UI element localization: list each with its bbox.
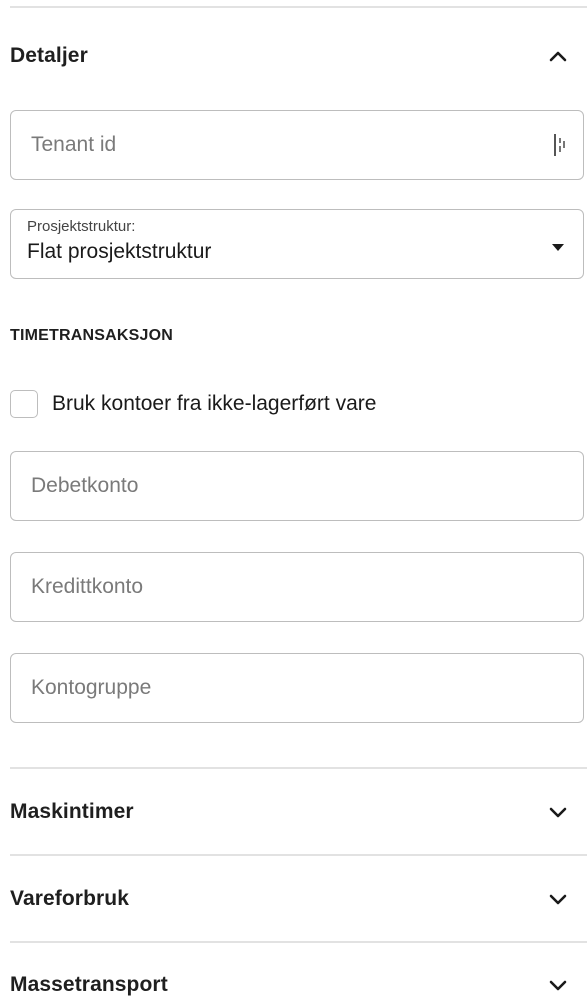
top-divider	[10, 6, 587, 8]
kredittkonto-field	[10, 552, 584, 622]
section-header-vareforbruk[interactable]: Vareforbruk	[10, 879, 569, 919]
bruk-kontoer-checkbox-row[interactable]: Bruk kontoer fra ikke-lagerført vare	[10, 390, 376, 418]
tenant-id-field	[10, 110, 584, 180]
kontogruppe-field	[10, 653, 584, 723]
chevron-down-icon[interactable]	[547, 801, 569, 823]
section-title-vareforbruk: Vareforbruk	[10, 887, 129, 910]
kontogruppe-input[interactable]	[11, 654, 583, 722]
chevron-down-icon[interactable]	[547, 974, 569, 996]
prosjektstruktur-value: Flat prosjektstruktur	[27, 240, 212, 263]
chevron-up-icon[interactable]	[547, 45, 569, 67]
kredittkonto-input[interactable]	[11, 553, 583, 621]
prosjektstruktur-select[interactable]: Prosjektstruktur: Flat prosjektstruktur	[10, 209, 584, 279]
input-helper-icon[interactable]	[551, 132, 569, 163]
timetransaksjon-heading: TIMETRANSAKSJON	[10, 327, 174, 344]
prosjektstruktur-label: Prosjektstruktur:	[27, 218, 136, 235]
divider-maskintimer	[10, 767, 587, 769]
section-title-detaljer: Detaljer	[10, 44, 88, 67]
divider-massetransport	[10, 941, 587, 943]
section-header-maskintimer[interactable]: Maskintimer	[10, 792, 569, 832]
bruk-kontoer-checkbox[interactable]	[10, 390, 38, 418]
section-title-massetransport: Massetransport	[10, 973, 168, 996]
tenant-id-input[interactable]	[11, 111, 583, 179]
bruk-kontoer-label: Bruk kontoer fra ikke-lagerført vare	[52, 392, 377, 415]
debetkonto-input[interactable]	[11, 452, 583, 520]
section-header-detaljer[interactable]: Detaljer	[10, 36, 569, 76]
debetkonto-field	[10, 451, 584, 521]
section-title-maskintimer: Maskintimer	[10, 800, 134, 823]
caret-down-icon[interactable]	[551, 239, 565, 257]
chevron-down-icon[interactable]	[547, 888, 569, 910]
divider-vareforbruk	[10, 854, 587, 856]
section-header-massetransport[interactable]: Massetransport	[10, 965, 569, 1005]
